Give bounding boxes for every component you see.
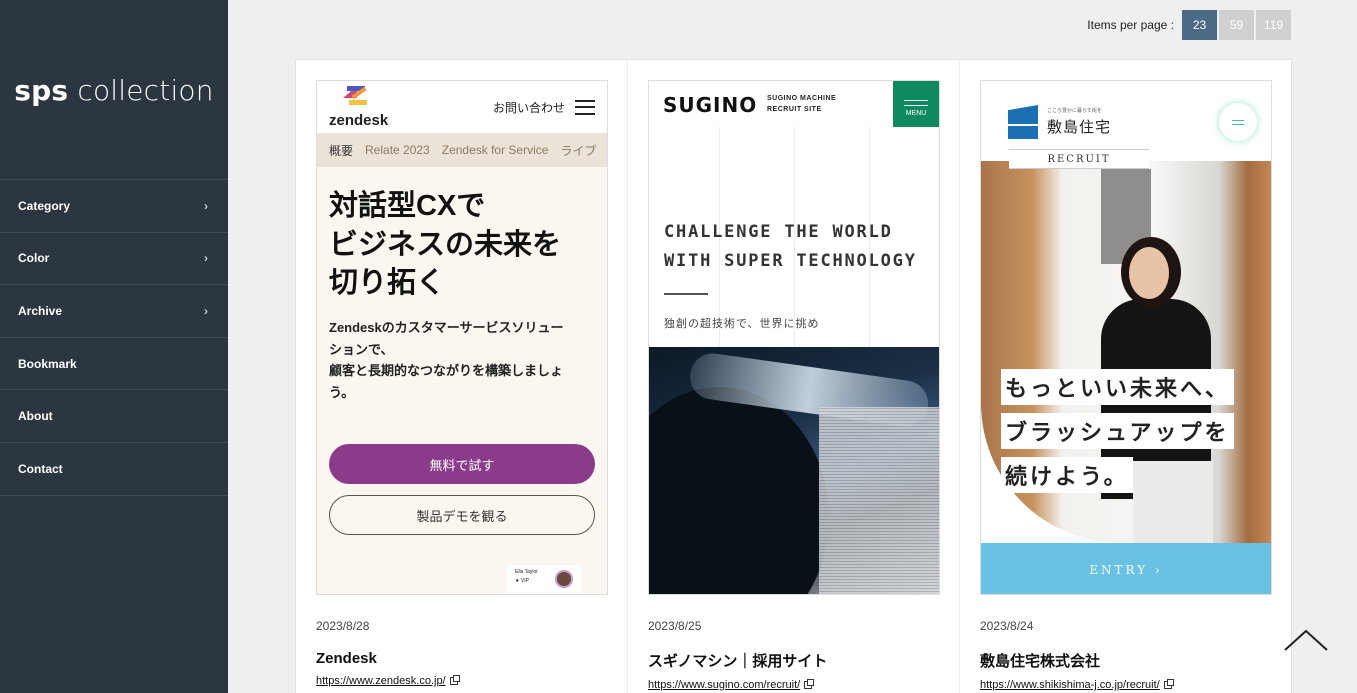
recruit-label: RECRUIT bbox=[1009, 149, 1149, 169]
site-card: zendesk お問い合わせ 概要 Relate 2023 Zendesk fo… bbox=[296, 60, 628, 693]
sidebar-item-category[interactable]: Category › bbox=[0, 180, 228, 233]
zendesk-tab: 概要 bbox=[329, 143, 354, 158]
sugino-menu-button: MENU bbox=[893, 81, 939, 127]
zendesk-header-right: お問い合わせ bbox=[493, 99, 595, 116]
copy-line: ブラッシュアップを bbox=[1001, 413, 1234, 449]
sidebar-item-label: About bbox=[18, 409, 53, 424]
site-url: https://www.shikishima-j.co.jp/recruit/ bbox=[980, 679, 1160, 691]
zendesk-logo: zendesk bbox=[329, 85, 389, 129]
sidebar-item-bookmark[interactable]: Bookmark bbox=[0, 338, 228, 391]
post-date: 2023/8/24 bbox=[980, 619, 1034, 633]
site-url: https://www.zendesk.co.jp/ bbox=[316, 675, 446, 687]
chevron-right-icon: › bbox=[204, 198, 208, 213]
logo-rest: collection bbox=[68, 74, 214, 107]
divider bbox=[664, 293, 708, 295]
hamburger-icon bbox=[1219, 103, 1257, 141]
sugino-tagline: 独創の超技術で、世界に挑め bbox=[664, 318, 820, 330]
star-icon: ★ bbox=[515, 578, 520, 584]
post-date: 2023/8/25 bbox=[648, 619, 702, 633]
shikishima-copy: もっといい未来へ、 ブラッシュアップを 続けよう。 bbox=[1001, 369, 1235, 501]
zendesk-tab: Zendesk for Service bbox=[441, 143, 549, 157]
hero-image bbox=[649, 347, 939, 594]
sidebar-item-archive[interactable]: Archive › bbox=[0, 285, 228, 338]
zendesk-tab: ライブ bbox=[560, 143, 597, 158]
chevron-right-icon: › bbox=[204, 251, 208, 266]
chip-tag-label: VIP bbox=[520, 578, 529, 584]
site-screenshot[interactable]: こころ豊かに暮らす街を 敷島住宅 RECRUIT もっといい未来へ、 ブラッシュ… bbox=[980, 80, 1272, 595]
chevron-up-icon bbox=[1284, 629, 1328, 651]
back-to-top-button[interactable] bbox=[1283, 628, 1329, 652]
menu-label: MENU bbox=[905, 110, 927, 117]
zendesk-tab: Relate 2023 bbox=[365, 143, 430, 157]
per-page-option-59[interactable]: 59 bbox=[1219, 10, 1254, 40]
menu-icon-line bbox=[904, 100, 928, 101]
items-per-page-label: Items per page : bbox=[1087, 18, 1174, 32]
copy-line: もっといい未来へ、 bbox=[1001, 369, 1235, 405]
zendesk-demo-button: 製品デモを観る bbox=[329, 495, 595, 535]
sidebar-item-label: Archive bbox=[18, 303, 63, 318]
site-card: こころ豊かに暮らす街を 敷島住宅 RECRUIT もっといい未来へ、 ブラッシュ… bbox=[960, 60, 1292, 693]
sidebar-item-label: Category bbox=[18, 198, 71, 213]
menu-icon-line bbox=[904, 105, 928, 106]
sidebar-item-color[interactable]: Color › bbox=[0, 233, 228, 286]
shikishima-logo: 敷島住宅 bbox=[1047, 118, 1112, 136]
site-url-link[interactable]: https://www.sugino.com/recruit/ bbox=[648, 679, 815, 691]
zendesk-header: zendesk お問い合わせ bbox=[317, 81, 607, 133]
site-title[interactable]: スギノマシン｜採用サイト bbox=[648, 650, 939, 671]
contact-link: お問い合わせ bbox=[492, 100, 565, 115]
site-title[interactable]: Zendesk bbox=[316, 650, 607, 667]
zendesk-trial-button: 無料で試す bbox=[329, 444, 595, 484]
site-url-link[interactable]: https://www.zendesk.co.jp/ bbox=[316, 675, 460, 687]
sidebar-item-label: Contact bbox=[18, 461, 63, 476]
site-url: https://www.sugino.com/recruit/ bbox=[648, 679, 801, 691]
sugino-page: SUGINO SUGINO MACHINE RECRUIT SITE MENU … bbox=[649, 81, 939, 594]
sidebar-item-contact[interactable]: Contact bbox=[0, 443, 228, 496]
site-title[interactable]: 敷島住宅株式会社 bbox=[980, 650, 1272, 671]
zendesk-logo-icon bbox=[343, 85, 375, 110]
zendesk-page: zendesk お問い合わせ 概要 Relate 2023 Zendesk fo… bbox=[317, 81, 607, 594]
shikishima-page: こころ豊かに暮らす街を 敷島住宅 RECRUIT もっといい未来へ、 ブラッシュ… bbox=[981, 81, 1271, 594]
sidebar-item-about[interactable]: About bbox=[0, 390, 228, 443]
logo-bold: sps bbox=[14, 74, 69, 107]
site-card: SUGINO SUGINO MACHINE RECRUIT SITE MENU … bbox=[628, 60, 960, 693]
per-page-option-23[interactable]: 23 bbox=[1182, 10, 1217, 40]
zendesk-body: Zendeskのカスタマーサービスソリュー ションで、 顧客と長期的なつながりを… bbox=[329, 319, 564, 401]
zendesk-headline: 対話型CXで ビジネスの未来を 切り拓く bbox=[329, 190, 562, 300]
post-date: 2023/8/28 bbox=[316, 619, 370, 633]
avatar bbox=[555, 570, 573, 588]
shikishima-logo-tagline: こころ豊かに暮らす街を bbox=[1047, 108, 1102, 114]
sugino-subtitle: SUGINO MACHINE RECRUIT SITE bbox=[767, 95, 837, 113]
chevron-right-icon: › bbox=[204, 303, 208, 318]
zendesk-wordmark: zendesk bbox=[329, 111, 389, 129]
site-screenshot[interactable]: SUGINO SUGINO MACHINE RECRUIT SITE MENU … bbox=[648, 80, 940, 595]
shikishima-logo-icon bbox=[1008, 105, 1038, 139]
sidebar-item-label: Bookmark bbox=[18, 356, 77, 371]
sidebar-item-label: Color bbox=[18, 251, 50, 266]
external-link-icon bbox=[449, 675, 460, 685]
zendesk-user-chip: Ella Taylor ★ VIP bbox=[507, 565, 581, 593]
hamburger-icon bbox=[575, 99, 595, 115]
external-link-icon bbox=[804, 679, 815, 689]
entry-button: ENTRY › bbox=[981, 543, 1271, 594]
site-url-link[interactable]: https://www.shikishima-j.co.jp/recruit/ bbox=[980, 679, 1174, 691]
sidebar-nav: Category › Color › Archive › Bookmark Ab… bbox=[0, 179, 228, 496]
copy-line: 続けよう。 bbox=[1001, 457, 1133, 493]
sugino-logo: SUGINO bbox=[663, 93, 758, 117]
site-logo[interactable]: sps collection bbox=[0, 74, 228, 107]
sugino-headline: CHALLENGE THE WORLD WITH SUPER TECHNOLOG… bbox=[664, 222, 917, 271]
items-per-page: Items per page : 23 59 119 bbox=[1087, 10, 1291, 40]
sidebar: sps collection Category › Color › Archiv… bbox=[0, 0, 228, 693]
site-screenshot[interactable]: zendesk お問い合わせ 概要 Relate 2023 Zendesk fo… bbox=[316, 80, 608, 595]
external-link-icon bbox=[1163, 679, 1174, 689]
zendesk-tabs: 概要 Relate 2023 Zendesk for Service ライブ bbox=[317, 133, 607, 167]
site-grid: zendesk お問い合わせ 概要 Relate 2023 Zendesk fo… bbox=[295, 59, 1292, 693]
per-page-option-119[interactable]: 119 bbox=[1256, 10, 1291, 40]
